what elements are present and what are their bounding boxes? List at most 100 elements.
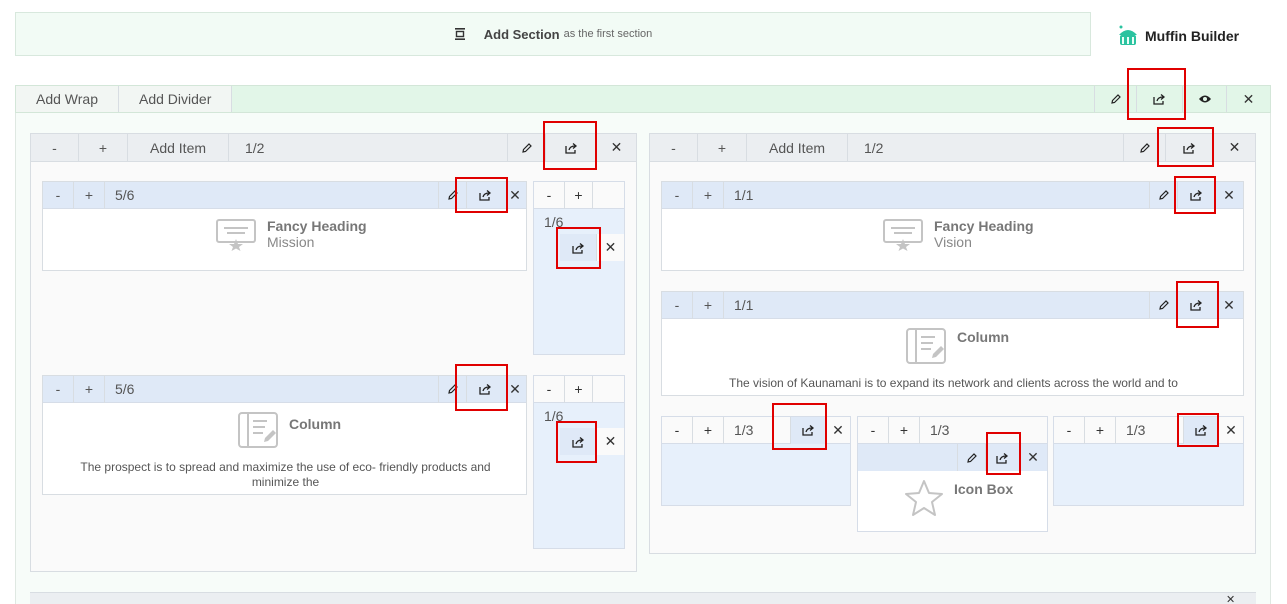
export-icon — [479, 189, 492, 201]
item-export-button[interactable] — [1183, 416, 1219, 444]
column-item[interactable]: - + 1/6 ✕ — [533, 181, 625, 355]
close-icon: ✕ — [509, 186, 521, 203]
item-export-button[interactable] — [466, 375, 504, 403]
item-close-button[interactable]: ✕ — [596, 428, 624, 455]
export-icon — [1153, 93, 1166, 105]
export-icon — [1190, 299, 1203, 311]
close-icon: ✕ — [1225, 421, 1237, 438]
add-section-suffix: as the first section — [563, 28, 653, 40]
item-edit-button[interactable] — [1149, 291, 1177, 319]
left-wrap-toolbar: - + Add Item 1/2 ✕ — [31, 134, 636, 162]
item-increase-button[interactable]: + — [74, 181, 105, 209]
section-preview-button[interactable] — [1182, 86, 1226, 112]
item-export-button[interactable] — [560, 428, 596, 455]
column-item[interactable]: - + 1/1 ✕ Column The vision of Kaunamani… — [661, 291, 1244, 396]
item-increase-button[interactable]: + — [565, 181, 593, 209]
item-subtitle: Mission — [267, 234, 315, 250]
item-export-button[interactable] — [1177, 291, 1215, 319]
item-edit-button[interactable] — [957, 444, 985, 471]
item-increase-button[interactable]: + — [1085, 416, 1116, 444]
item-toolbar: - + 1/3 — [858, 416, 1047, 444]
item-increase-button[interactable]: + — [889, 416, 920, 444]
item-toolbar: - + — [534, 181, 624, 209]
close-icon[interactable]: ✕ — [1226, 593, 1235, 604]
item-body: Column — [238, 412, 341, 448]
column-item[interactable]: - + 1/3 ✕ — [1053, 416, 1244, 506]
item-edit-button[interactable] — [438, 181, 466, 209]
item-close-button[interactable]: ✕ — [504, 376, 526, 403]
fancy-heading-icon — [882, 217, 924, 251]
item-export-button[interactable] — [790, 416, 826, 444]
wrap-increase-button[interactable]: + — [698, 134, 747, 161]
column-item[interactable]: - + 1/6 ✕ — [533, 375, 625, 549]
add-item-button[interactable]: Add Item — [747, 134, 848, 161]
item-export-button[interactable] — [985, 444, 1019, 471]
section-close-button[interactable]: ✕ — [1226, 86, 1270, 112]
item-close-button[interactable]: ✕ — [1219, 417, 1243, 444]
export-icon — [1190, 189, 1203, 201]
close-icon: ✕ — [1223, 296, 1235, 313]
export-icon — [1183, 142, 1196, 154]
item-increase-button[interactable]: + — [693, 291, 724, 319]
item-toolbar: - + 5/6 ✕ — [43, 375, 526, 403]
item-decrease-button[interactable]: - — [662, 181, 693, 209]
item-decrease-button[interactable]: - — [534, 181, 565, 209]
add-wrap-button[interactable]: Add Wrap — [16, 86, 119, 112]
section-toolbar: Add Wrap Add Divider ✕ — [15, 85, 1271, 113]
fancy-heading-item[interactable]: - + 5/6 ✕ Fancy Heading Mission — [42, 181, 527, 271]
column-item[interactable]: - + 1/3 ✕ — [661, 416, 851, 506]
item-increase-button[interactable]: + — [693, 181, 724, 209]
wrap-close-button[interactable]: ✕ — [1213, 134, 1255, 161]
item-edit-button[interactable] — [438, 375, 466, 403]
item-export-button[interactable] — [1177, 181, 1215, 209]
item-increase-button[interactable]: + — [74, 375, 105, 403]
icon-box-column[interactable]: - + 1/3 ✕ Icon Box — [857, 416, 1048, 532]
wrap-edit-button[interactable] — [507, 134, 545, 161]
pencil-icon — [521, 142, 533, 154]
item-close-button[interactable]: ✕ — [596, 234, 624, 261]
muffin-builder-logo: Muffin Builder — [1115, 22, 1239, 50]
item-size-label: 1/1 — [734, 187, 754, 203]
pencil-icon — [1158, 189, 1170, 201]
item-increase-button[interactable]: + — [565, 375, 593, 403]
pencil-icon — [447, 189, 459, 201]
item-decrease-button[interactable]: - — [43, 181, 74, 209]
item-decrease-button[interactable]: - — [534, 375, 565, 403]
fancy-heading-item[interactable]: - + 1/1 ✕ Fancy Heading Vision — [661, 181, 1244, 271]
close-icon: ✕ — [604, 239, 617, 255]
export-icon — [571, 242, 585, 254]
item-decrease-button[interactable]: - — [662, 416, 693, 444]
section-edit-button[interactable] — [1094, 86, 1136, 112]
item-export-button[interactable] — [466, 181, 504, 209]
column-item[interactable]: - + 5/6 ✕ Column The prospect is to spre… — [42, 375, 527, 495]
item-decrease-button[interactable]: - — [858, 416, 889, 444]
item-close-button[interactable]: ✕ — [1019, 444, 1047, 471]
item-export-button[interactable] — [560, 234, 596, 261]
item-decrease-button[interactable]: - — [662, 291, 693, 319]
item-decrease-button[interactable]: - — [43, 375, 74, 403]
export-icon — [564, 142, 578, 154]
item-size-label: 1/3 — [734, 422, 754, 438]
wrap-close-button[interactable]: ✕ — [596, 134, 636, 161]
close-icon: ✕ — [604, 433, 617, 449]
wrap-edit-button[interactable] — [1123, 134, 1165, 161]
item-decrease-button[interactable]: - — [1054, 416, 1085, 444]
add-item-button[interactable]: Add Item — [128, 134, 229, 161]
add-section-label[interactable]: Add Section — [484, 27, 560, 42]
section-export-button[interactable] — [1136, 86, 1182, 112]
item-close-button[interactable]: ✕ — [1215, 182, 1243, 209]
item-increase-button[interactable]: + — [693, 416, 724, 444]
wrap-decrease-button[interactable]: - — [650, 134, 698, 161]
item-close-button[interactable]: ✕ — [826, 417, 850, 444]
add-divider-button[interactable]: Add Divider — [119, 86, 233, 112]
item-close-button[interactable]: ✕ — [504, 182, 526, 209]
wrap-increase-button[interactable]: + — [79, 134, 128, 161]
wrap-export-button[interactable] — [1165, 134, 1213, 161]
item-edit-button[interactable] — [1149, 181, 1177, 209]
item-size-label: 1/3 — [930, 422, 950, 438]
wrap-decrease-button[interactable]: - — [31, 134, 79, 161]
wrap-export-button[interactable] — [545, 134, 596, 161]
item-close-button[interactable]: ✕ — [1215, 292, 1243, 319]
close-icon: ✕ — [1228, 139, 1241, 155]
add-section-bar[interactable]: Add Section as the first section — [15, 12, 1091, 56]
